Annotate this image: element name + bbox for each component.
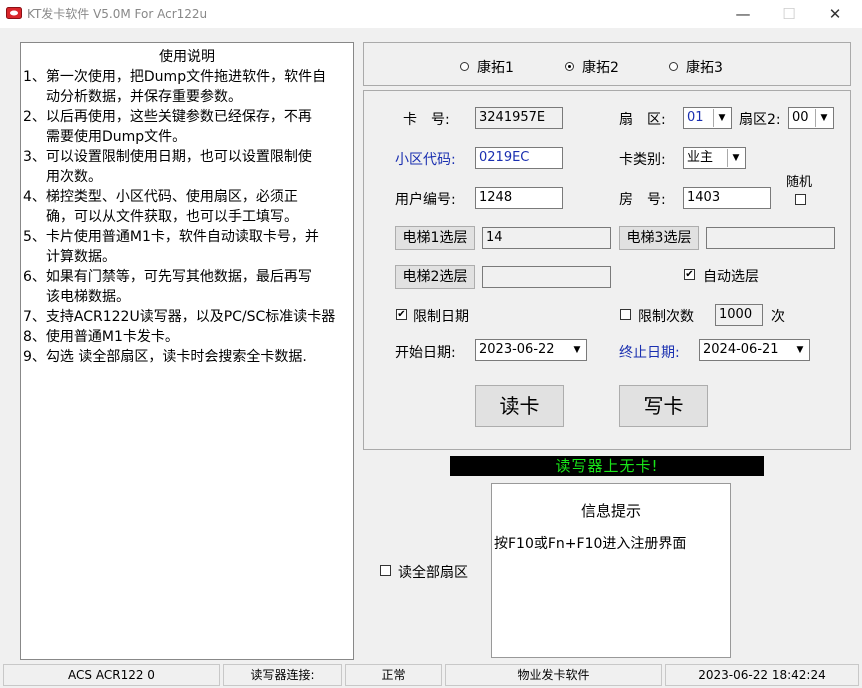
limit-count-label[interactable]: 限制次数 (638, 306, 694, 326)
sector2-select[interactable]: 00 ▼ (788, 107, 834, 129)
elevator2-floor-button[interactable]: 电梯2选层 (395, 265, 475, 289)
radio-kangtuo-3[interactable] (669, 62, 678, 71)
community-code-label: 小区代码: (395, 152, 456, 168)
radio-kangtuo-1-label[interactable]: 康拓1 (477, 57, 514, 77)
window-title: KT发卡软件 V5.0M For Acr122u (27, 7, 208, 21)
start-date-label: 开始日期: (395, 345, 456, 361)
sector-value: 01 (687, 110, 704, 125)
instruction-line: 动分析数据，并保存重要参数。 (46, 89, 242, 105)
read-card-button[interactable]: 读卡 (475, 385, 564, 427)
radio-kangtuo-3-label[interactable]: 康拓3 (686, 57, 723, 77)
instruction-line: 5、卡片使用普通M1卡，软件自动读取卡号，并 (23, 229, 319, 245)
start-date-value: 2023-06-22 (479, 342, 555, 357)
instruction-line: 4、梯控类型、小区代码、使用扇区，必须正 (23, 189, 298, 205)
instruction-line: 8、使用普通M1卡发卡。 (23, 329, 179, 345)
room-no-input[interactable]: 1403 (683, 187, 771, 209)
random-checkbox[interactable] (795, 194, 806, 205)
instruction-line: 需要使用Dump文件。 (46, 129, 187, 145)
read-all-sectors-checkbox[interactable] (380, 565, 391, 576)
instruction-line: 6、如果有门禁等，可先写其他数据，最后再写 (23, 269, 312, 285)
auto-floor-checkbox[interactable]: ✔ (684, 269, 695, 280)
end-date-picker[interactable]: 2024-06-21 ▼ (699, 339, 810, 361)
instruction-line: 7、支持ACR122U读写器，以及PC/SC标准读卡器 (23, 309, 336, 325)
elevator2-floor-field[interactable] (482, 266, 611, 288)
status-conn-label: 读写器连接: (223, 664, 342, 686)
limit-date-label[interactable]: 限制日期 (413, 306, 469, 326)
chevron-down-icon[interactable]: ▼ (713, 109, 730, 127)
sector2-value: 00 (792, 110, 809, 125)
card-type-value: 业主 (687, 150, 714, 165)
close-button[interactable]: ✕ (812, 0, 858, 28)
user-no-label: 用户编号: (395, 192, 456, 208)
instructions-text: 1、第一次使用，把Dump文件拖进软件，软件自 动分析数据，并保存重要参数。 2… (23, 67, 353, 367)
chevron-down-icon[interactable]: ▼ (815, 109, 832, 127)
status-datetime: 2023-06-22 18:42:24 (665, 664, 859, 686)
instruction-line: 9、勾选 读全部扇区，读卡时会搜索全卡数据. (23, 349, 307, 365)
community-code-input[interactable]: 0219EC (475, 147, 563, 169)
status-device: ACS ACR122 0 (3, 664, 220, 686)
minimize-icon: — (735, 5, 751, 23)
elevator3-floor-field[interactable] (706, 227, 835, 249)
chevron-down-icon[interactable]: ▼ (792, 341, 808, 359)
maximize-icon: ☐ (782, 5, 796, 23)
chevron-down-icon[interactable]: ▼ (727, 149, 744, 167)
info-title: 信息提示 (580, 502, 641, 520)
limit-count-input[interactable]: 1000 (715, 304, 763, 326)
read-all-sectors-label[interactable]: 读全部扇区 (398, 562, 468, 582)
end-date-label: 终止日期: (619, 345, 680, 361)
limit-date-checkbox[interactable]: ✔ (396, 309, 407, 320)
auto-floor-label[interactable]: 自动选层 (703, 266, 759, 286)
instruction-line: 计算数据。 (46, 249, 116, 265)
app-icon (6, 7, 22, 19)
sector-select[interactable]: 01 ▼ (683, 107, 732, 129)
card-type-select[interactable]: 业主 ▼ (683, 147, 746, 169)
elevator1-floor-field[interactable]: 14 (482, 227, 611, 249)
card-no-label: 卡 号: (403, 112, 450, 128)
info-panel[interactable]: 信息提示 按F10或Fn+F10进入注册界面 (491, 483, 731, 658)
close-icon: ✕ (828, 5, 842, 23)
elevator1-floor-button[interactable]: 电梯1选层 (395, 226, 475, 250)
write-card-button[interactable]: 写卡 (619, 385, 708, 427)
radio-kangtuo-2[interactable] (565, 62, 574, 71)
sector2-label: 扇区2: (739, 112, 781, 128)
card-no-field[interactable]: 3241957E (475, 107, 563, 129)
card-type-label: 卡类别: (619, 152, 666, 168)
instruction-line: 该电梯数据。 (46, 289, 130, 305)
room-no-label: 房 号: (619, 192, 666, 208)
limit-count-checkbox[interactable] (620, 309, 631, 320)
sector-label: 扇 区: (619, 112, 666, 128)
instruction-line: 3、可以设置限制使用日期，也可以设置限制使 (23, 149, 312, 165)
status-conn-value: 正常 (345, 664, 442, 686)
user-no-input[interactable]: 1248 (475, 187, 563, 209)
instruction-line: 确，可以从文件获取，也可以手工填写。 (46, 209, 298, 225)
reader-status-display: 读写器上无卡! (450, 456, 764, 476)
instruction-line: 用次数。 (46, 169, 102, 185)
end-date-value: 2024-06-21 (703, 342, 779, 357)
radio-kangtuo-1[interactable] (460, 62, 469, 71)
maximize-button: ☐ (766, 0, 812, 28)
status-app-name: 物业发卡软件 (445, 664, 662, 686)
random-label: 随机 (786, 175, 813, 190)
radio-kangtuo-2-label[interactable]: 康拓2 (582, 57, 619, 77)
start-date-picker[interactable]: 2023-06-22 ▼ (475, 339, 587, 361)
chevron-down-icon[interactable]: ▼ (569, 341, 585, 359)
info-message: 按F10或Fn+F10进入注册界面 (494, 536, 687, 552)
elevator3-floor-button[interactable]: 电梯3选层 (619, 226, 699, 250)
limit-count-unit: 次 (771, 309, 785, 325)
minimize-button[interactable]: — (720, 0, 766, 28)
instructions-panel[interactable]: 使用说明 1、第一次使用，把Dump文件拖进软件，软件自 动分析数据，并保存重要… (20, 42, 354, 660)
instruction-line: 2、以后再使用，这些关键参数已经保存，不再 (23, 109, 312, 125)
instructions-title: 使用说明 (159, 49, 215, 65)
instruction-line: 1、第一次使用，把Dump文件拖进软件，软件自 (23, 69, 327, 85)
